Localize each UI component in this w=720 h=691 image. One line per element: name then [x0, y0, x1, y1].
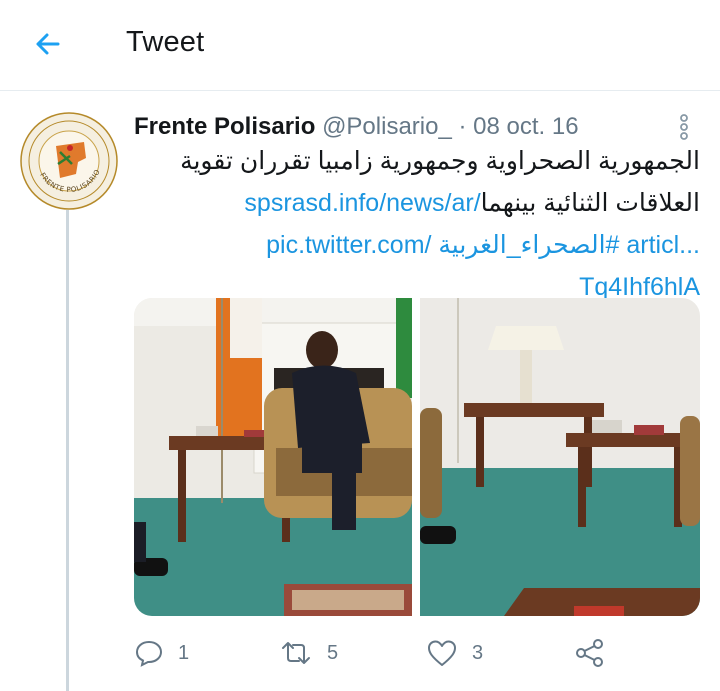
tweet-text-segment: العلاقات الثنائية بينهما: [480, 189, 700, 217]
photo-left[interactable]: [134, 298, 412, 616]
back-button[interactable]: [28, 24, 68, 64]
retweet-button[interactable]: 5: [279, 634, 359, 674]
hashtag-link[interactable]: pic.twitter.com/ الصحراء_الغربية# articl…: [266, 231, 700, 259]
like-count: 3: [472, 642, 484, 664]
author-name[interactable]: Frente Polisario: [134, 113, 315, 140]
meta-separator: ·: [451, 113, 474, 140]
avatar[interactable]: FRENTE POLISARIO: [20, 112, 118, 210]
more-options-button[interactable]: [673, 112, 695, 142]
like-button[interactable]: 3: [426, 634, 506, 674]
tweet-actions: 1 5 3: [134, 634, 694, 674]
author-handle[interactable]: @Polisario_: [322, 113, 452, 140]
tweet-line: spsrasd.info/news/ar/العلاقات الثنائية ب…: [134, 182, 700, 224]
tweet-media[interactable]: [134, 298, 700, 616]
top-bar: Tweet: [0, 0, 720, 91]
reply-icon: [135, 640, 163, 667]
article-link[interactable]: spsrasd.info/news/ar/: [244, 189, 480, 217]
reply-button[interactable]: 1: [134, 634, 214, 674]
tweet-line: الجمهورية الصحراوية وجمهورية زامبيا تقرر…: [134, 140, 700, 182]
share-button[interactable]: [574, 634, 614, 674]
page-title: Tweet: [126, 26, 205, 58]
retweet-icon: [282, 642, 310, 664]
photo-right[interactable]: [420, 298, 700, 616]
like-icon: [428, 640, 456, 666]
thread-line: [66, 210, 69, 691]
polisario-emblem-icon: FRENTE POLISARIO: [20, 112, 118, 210]
reply-count: 1: [178, 642, 190, 664]
share-icon: [576, 639, 603, 667]
tweet-date[interactable]: 08 oct. 16: [473, 113, 578, 140]
tweet-line: pic.twitter.com/ الصحراء_الغربية# articl…: [134, 224, 700, 266]
retweet-count: 5: [327, 642, 339, 664]
tweet-text-segment: الجمهورية الصحراوية وجمهورية زامبيا تقرر…: [180, 147, 700, 175]
tweet-text: الجمهورية الصحراوية وجمهورية زامبيا تقرر…: [134, 140, 700, 308]
tweet-header: Frente Polisario @Polisario_ · 08 oct. 1…: [134, 113, 654, 141]
more-vertical-icon: [680, 114, 688, 140]
pic-link[interactable]: Tq4Ihf6hlA: [579, 273, 700, 301]
arrow-left-icon: [36, 33, 60, 55]
